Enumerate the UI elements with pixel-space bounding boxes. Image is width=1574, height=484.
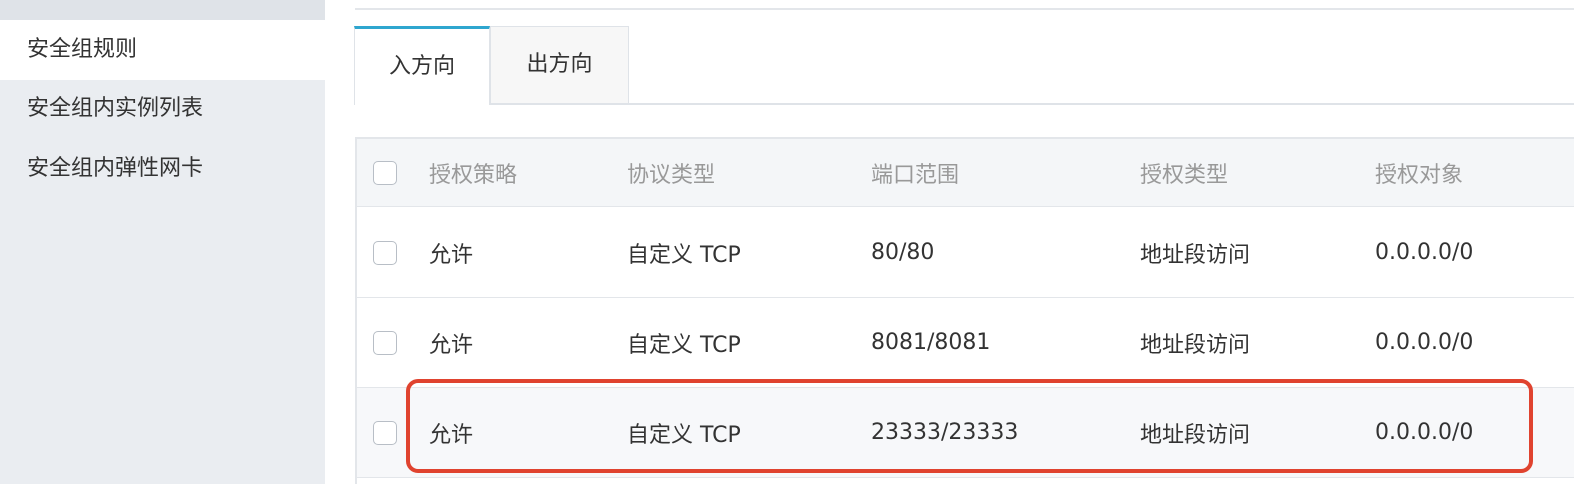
cell-policy: 允许 [429,242,474,268]
cell-policy: 允许 [429,422,474,448]
header-port-range: 端口范围 [871,162,960,188]
row-checkbox[interactable] [373,420,397,445]
cell-policy: 允许 [429,332,474,358]
tabs-underline [354,103,1574,105]
sidebar-item-security-group-rules[interactable]: 安全组规则 [0,20,325,80]
table-header: 授权策略 协议类型 端口范围 授权类型 授权对象 [357,139,1574,207]
main-content: 入方向 出方向 授权策略 协议类型 端口范围 授权类型 授权对象 允许 自定义 … [325,0,1574,484]
cell-auth-type: 地址段访问 [1140,242,1251,268]
row-checkbox[interactable] [373,330,397,355]
cell-protocol: 自定义 TCP [627,422,741,448]
sidebar-top-item[interactable] [0,0,325,20]
rules-table: 授权策略 协议类型 端口范围 授权类型 授权对象 允许 自定义 TCP 80/8… [355,137,1574,484]
tab-outbound[interactable]: 出方向 [490,26,629,103]
cell-protocol: 自定义 TCP [627,332,741,358]
header-protocol: 协议类型 [627,162,716,188]
cell-port-range: 80/80 [871,240,935,265]
tab-inbound[interactable]: 入方向 [354,26,490,105]
cell-port-range: 23333/23333 [871,420,1019,445]
sidebar-item-elastic-nics[interactable]: 安全组内弹性网卡 [0,139,325,199]
cell-protocol: 自定义 TCP [627,242,741,268]
cell-auth-object: 0.0.0.0/0 [1375,330,1474,355]
select-all-checkbox[interactable] [373,160,397,185]
sidebar-item-instances-list[interactable]: 安全组内实例列表 [0,79,325,139]
cell-port-range: 8081/8081 [871,330,991,355]
cell-auth-object: 0.0.0.0/0 [1375,240,1474,265]
cell-auth-type: 地址段访问 [1140,332,1251,358]
table-row: 允许 自定义 TCP 8081/8081 地址段访问 0.0.0.0/0 [357,298,1574,388]
divider [355,8,1574,10]
header-auth-type: 授权类型 [1140,162,1229,188]
cell-auth-object: 0.0.0.0/0 [1375,420,1474,445]
cell-auth-type: 地址段访问 [1140,422,1251,448]
header-auth-object: 授权对象 [1375,162,1464,188]
sidebar: 安全组规则 安全组内实例列表 安全组内弹性网卡 [0,0,325,484]
row-checkbox[interactable] [373,240,397,265]
header-policy: 授权策略 [429,162,518,188]
table-row: 允许 自定义 TCP 80/80 地址段访问 0.0.0.0/0 [357,208,1574,298]
table-row: 允许 自定义 TCP 23333/23333 地址段访问 0.0.0.0/0 [357,388,1574,478]
